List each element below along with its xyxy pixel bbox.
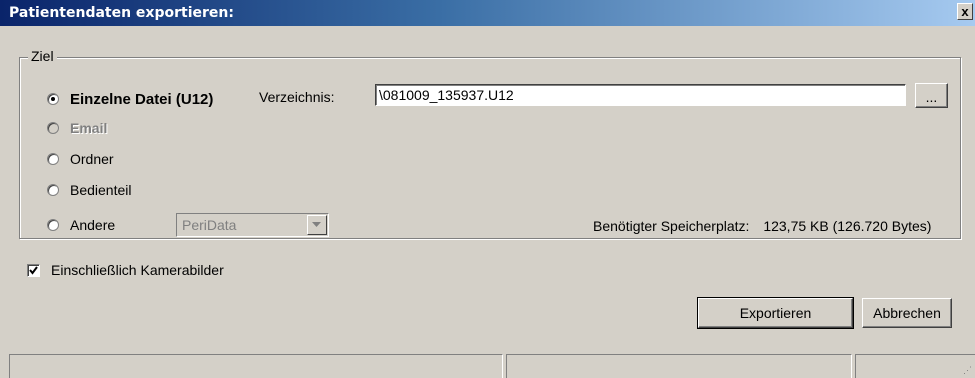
chevron-down-icon — [312, 222, 321, 227]
radio-email: Email — [47, 118, 107, 138]
dropdown-button — [307, 215, 327, 235]
storage-label: Benötigter Speicherplatz: — [593, 218, 750, 234]
status-panel-1 — [9, 354, 503, 378]
title-bar[interactable]: Patientendaten exportieren: x — [0, 0, 975, 26]
status-panel-3 — [855, 354, 975, 378]
radio-button — [47, 122, 59, 134]
cancel-button[interactable]: Abbrechen — [862, 298, 952, 328]
radio-label: Einzelne Datei (U12) — [70, 90, 214, 108]
window-title: Patientendaten exportieren: — [9, 5, 234, 21]
group-label: Ziel — [28, 48, 57, 64]
storage-info: Benötigter Speicherplatz: 123,75 KB (126… — [593, 218, 931, 234]
radio-label: Email — [70, 120, 108, 136]
checkmark-icon — [29, 265, 38, 275]
export-button[interactable]: Exportieren — [697, 297, 854, 329]
radio-folder[interactable]: Ordner — [47, 149, 114, 169]
select-value: PeriData — [182, 217, 237, 233]
radio-button[interactable] — [47, 93, 59, 105]
radio-button[interactable] — [47, 219, 59, 231]
close-button[interactable]: x — [957, 3, 973, 20]
radio-button[interactable] — [47, 184, 59, 196]
radio-single-file[interactable]: Einzelne Datei (U12) — [47, 89, 213, 109]
radio-label: Bedienteil — [70, 182, 132, 198]
status-bar: ⋰ — [0, 352, 975, 378]
radio-label: Ordner — [70, 151, 114, 167]
radio-control-panel[interactable]: Bedienteil — [47, 180, 132, 200]
radio-label: Andere — [70, 217, 116, 233]
radio-other[interactable]: Andere — [47, 215, 115, 235]
storage-value: 123,75 KB (126.720 Bytes) — [763, 218, 932, 234]
other-target-select: PeriData — [176, 213, 329, 237]
include-camera-checkbox[interactable] — [27, 263, 40, 277]
include-camera-label: Einschließlich Kamerabilder — [51, 262, 224, 278]
browse-button[interactable]: ... — [915, 83, 948, 108]
include-camera-checkbox-row[interactable]: Einschließlich Kamerabilder — [27, 262, 224, 278]
directory-input[interactable]: \081009_135937.U12 — [375, 84, 906, 106]
resize-grip-icon[interactable]: ⋰ — [963, 365, 972, 376]
status-panel-2 — [506, 354, 852, 378]
radio-button[interactable] — [47, 153, 59, 165]
directory-label: Verzeichnis: — [259, 89, 335, 105]
